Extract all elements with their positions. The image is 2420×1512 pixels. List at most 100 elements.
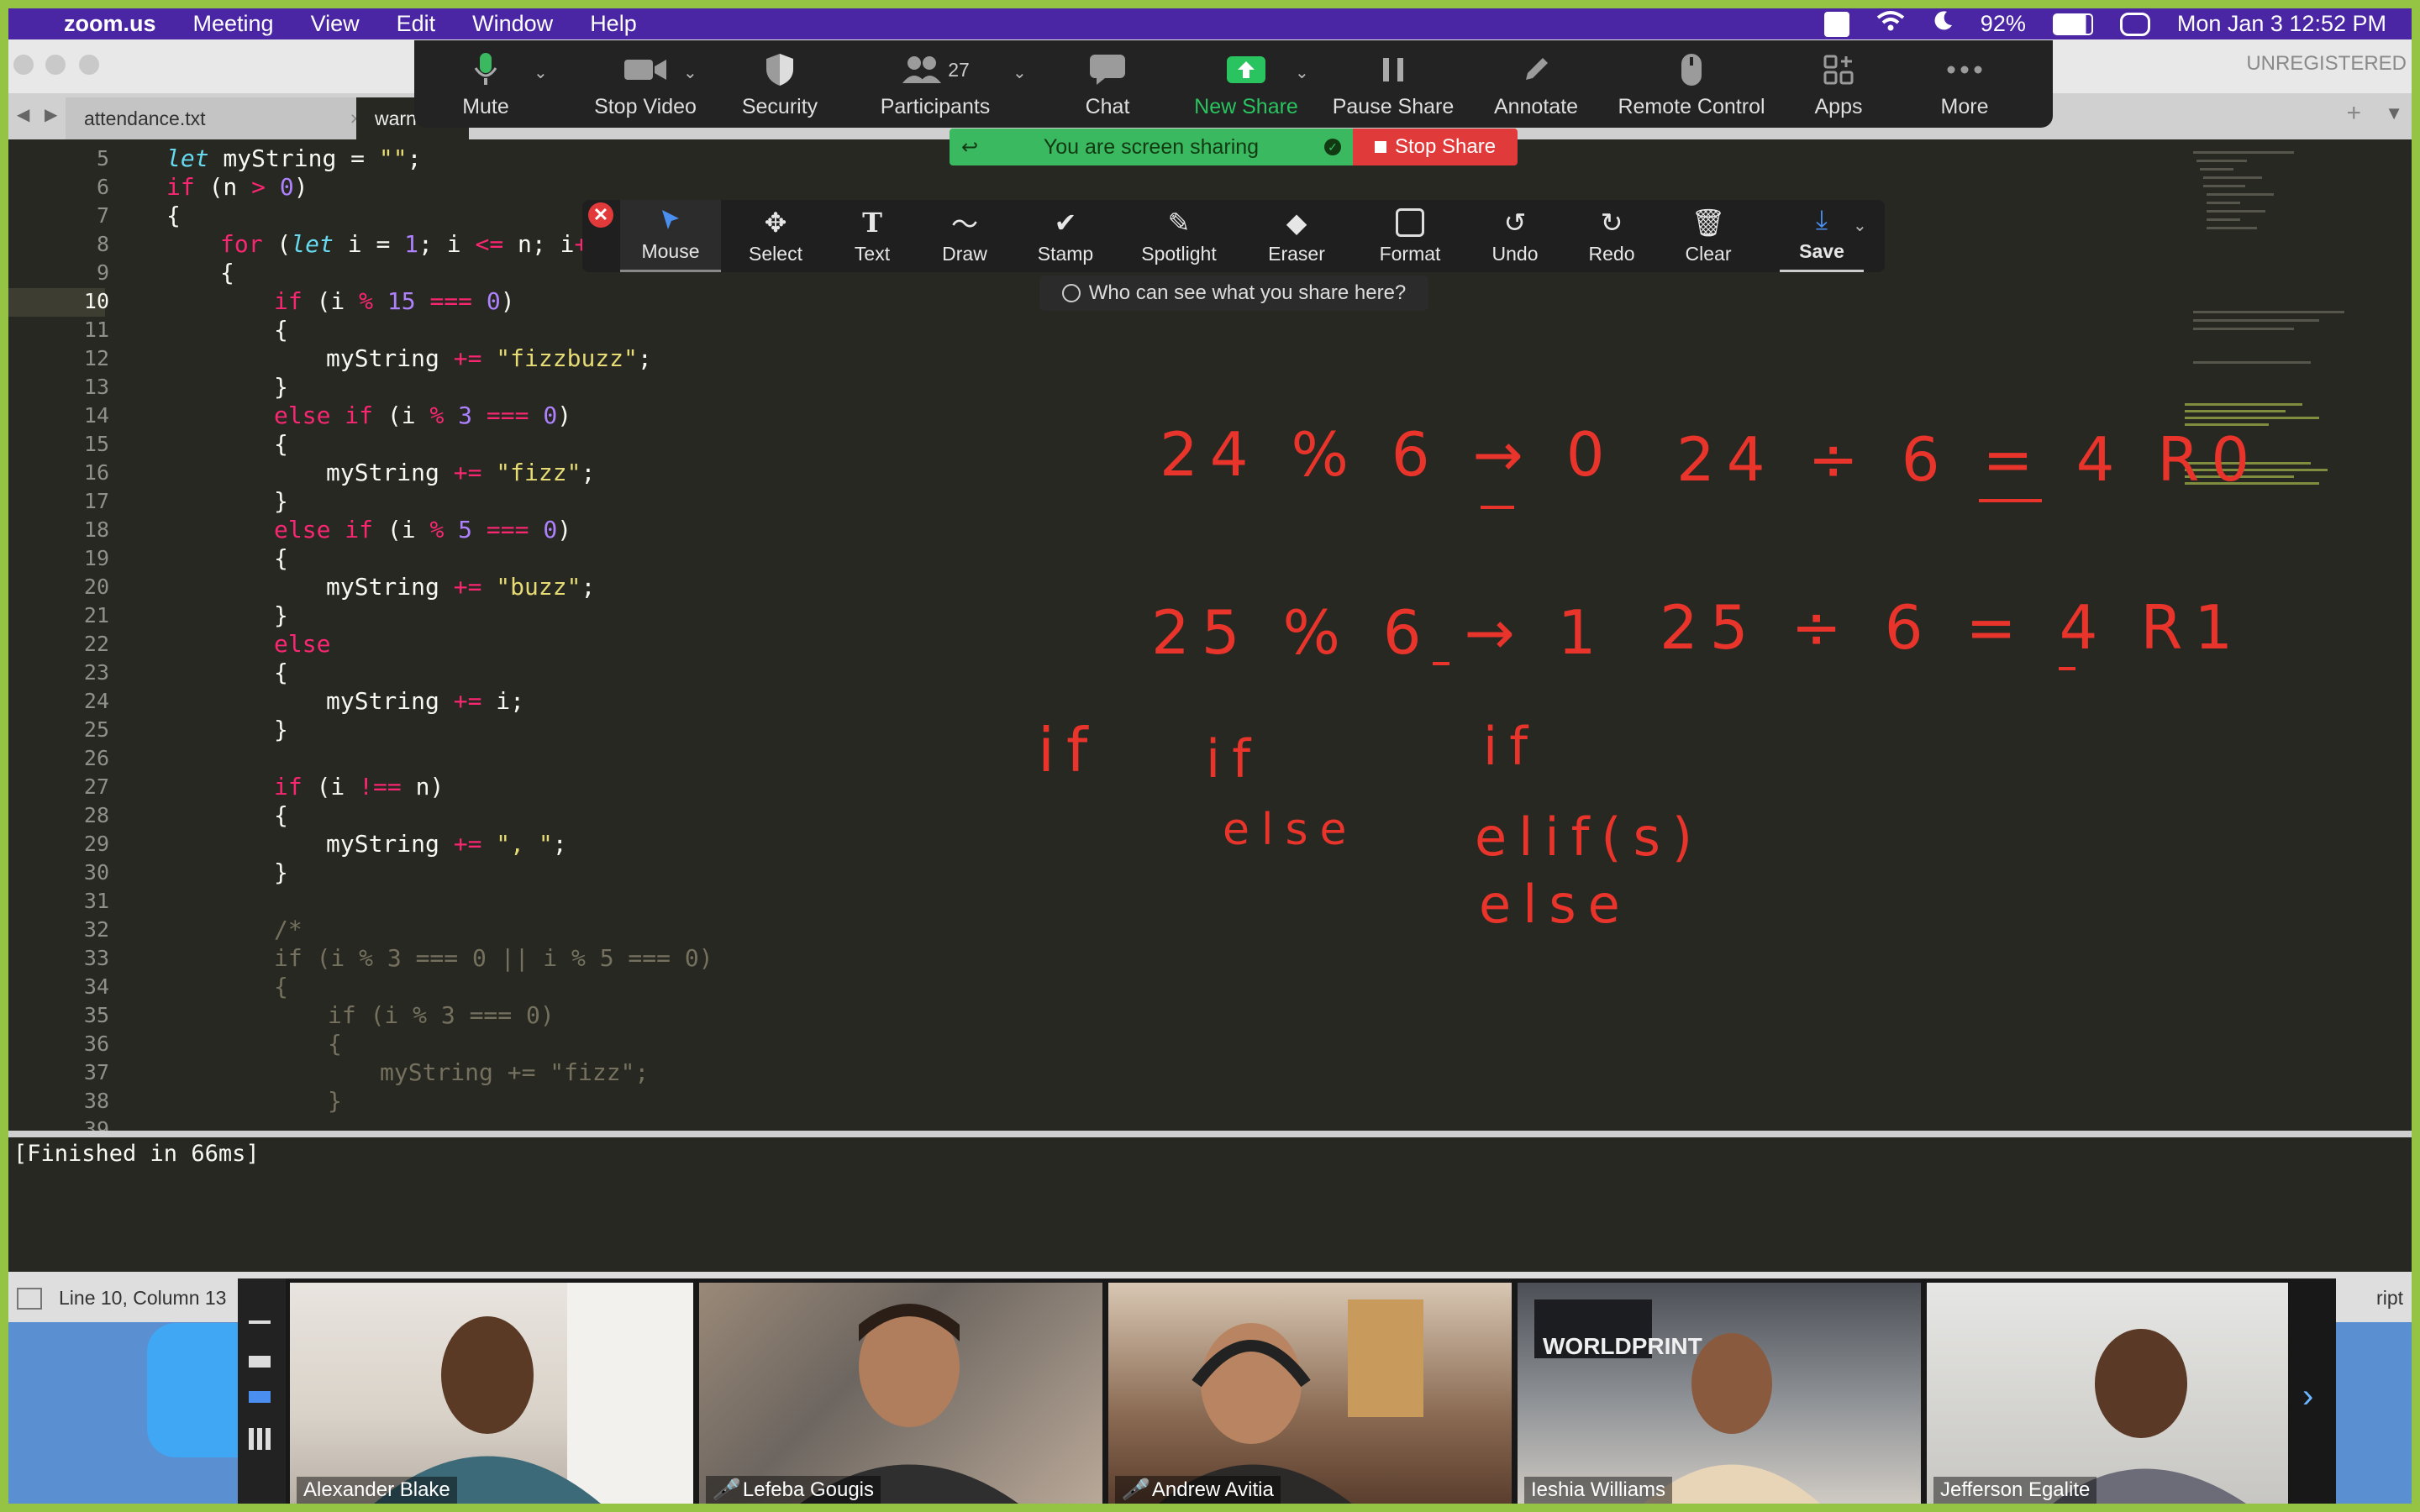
apps-button[interactable]: Apps — [1792, 40, 1885, 128]
participants-button[interactable]: 27 Participants — [872, 40, 998, 128]
line-number: 23 — [83, 660, 109, 685]
output-divider[interactable] — [8, 1131, 2412, 1137]
menu-help[interactable]: Help — [571, 11, 655, 37]
battery-icon[interactable] — [2052, 13, 2093, 35]
minimize-gallery-icon[interactable] — [249, 1320, 271, 1324]
moon-icon[interactable] — [1932, 10, 1954, 38]
dropbox-icon[interactable] — [1823, 11, 1849, 37]
participant-video — [1534, 1299, 1820, 1504]
line-number: 38 — [83, 1089, 109, 1113]
participant-tile-5[interactable]: Jefferson Egalite — [1927, 1283, 2288, 1504]
line-number: 17 — [83, 489, 109, 513]
strip-view-icon[interactable] — [249, 1391, 271, 1403]
more-button[interactable]: More — [1918, 40, 2011, 128]
draw-tool[interactable]: 〜 Draw — [923, 200, 1007, 272]
participant-tile-3[interactable]: 🎤 Andrew Avitia — [1108, 1283, 1512, 1504]
chevron-down-icon[interactable]: ⌄ — [534, 62, 548, 83]
save-download-icon: ⤓ — [1815, 204, 1828, 234]
tab-attendance[interactable]: attendance.txt × — [66, 97, 380, 139]
format-tool[interactable]: Format — [1360, 200, 1460, 272]
participant-name: Jefferson Egalite — [1933, 1477, 2097, 1504]
undo-button[interactable]: ↺ Undo — [1473, 200, 1557, 272]
syntax-label[interactable]: ript — [2376, 1287, 2403, 1310]
participant-name-text: Andrew Avitia — [1151, 1478, 1274, 1501]
wifi-icon[interactable] — [1876, 10, 1905, 38]
line-number: 6 — [96, 175, 109, 199]
code-minimap[interactable] — [2176, 143, 2370, 546]
menu-edit[interactable]: Edit — [378, 11, 455, 37]
new-share-button[interactable]: New Share — [1187, 40, 1305, 128]
participant-name: Alexander Blake — [297, 1477, 457, 1504]
window-close-button[interactable] — [13, 55, 34, 75]
stamp-tool-label: Stamp — [1037, 243, 1094, 265]
participant-video — [374, 1283, 693, 1504]
mute-button[interactable]: Mute — [427, 40, 544, 128]
security-button[interactable]: Security — [721, 40, 839, 128]
redo-button[interactable]: ↻ Redo — [1570, 200, 1654, 272]
menu-meeting[interactable]: Meeting — [175, 11, 292, 37]
tab-nav-arrows-icon[interactable]: ◀ ▶ — [17, 104, 62, 125]
window-minimize-button[interactable] — [45, 55, 66, 75]
clear-label: Clear — [1685, 243, 1732, 265]
participant-name: Ieshia Williams — [1524, 1477, 1673, 1504]
chevron-down-icon[interactable]: ⌄ — [1853, 215, 1867, 236]
participants-count: 27 — [948, 58, 970, 81]
control-center-icon[interactable] — [2119, 12, 2150, 36]
save-button[interactable]: ⤓ Save — [1780, 200, 1864, 272]
grid-view-icon[interactable] — [249, 1428, 271, 1450]
participant-tile-2[interactable]: 🎤 Lefeba Gougis — [699, 1283, 1102, 1504]
line-number: 9 — [96, 260, 109, 285]
who-can-see-button[interactable]: Who can see what you share here? — [1039, 276, 1428, 311]
pause-icon — [1379, 50, 1407, 90]
undo-label: Undo — [1491, 243, 1539, 265]
text-tool[interactable]: T Text — [834, 200, 910, 272]
muted-mic-icon: 🎤 — [1122, 1478, 1147, 1501]
squiggle-icon: 〜 — [950, 209, 978, 239]
mouse-tool[interactable]: Mouse — [620, 200, 721, 272]
chevron-down-icon[interactable]: ⌄ — [683, 62, 697, 83]
remote-control-button[interactable]: Remote Control — [1607, 40, 1776, 128]
stamp-tool[interactable]: ✔ Stamp — [1019, 200, 1112, 272]
annotation-close-button[interactable]: ✕ — [588, 202, 613, 228]
participant-tile-4[interactable]: WORLDPRINT Ieshia Williams — [1518, 1283, 1921, 1504]
tab-menu-icon[interactable]: ▼ — [2385, 102, 2403, 124]
remote-control-label: Remote Control — [1618, 95, 1765, 118]
menu-window[interactable]: Window — [454, 11, 571, 37]
screen-sharing-banner[interactable]: ↩ You are screen sharing ✓ — [950, 129, 1353, 165]
apps-icon — [1822, 50, 1855, 90]
mute-label: Mute — [462, 95, 509, 118]
panel-toggle-icon[interactable] — [17, 1288, 42, 1310]
annotate-button[interactable]: Annotate — [1481, 40, 1591, 128]
window-zoom-button[interactable] — [79, 55, 99, 75]
participant-name: 🎤 Andrew Avitia — [1115, 1476, 1281, 1504]
select-tool[interactable]: ✥ Select — [729, 200, 822, 272]
chat-icon — [1088, 50, 1127, 90]
chevron-down-icon[interactable]: ⌄ — [1013, 62, 1027, 83]
stop-video-button[interactable]: Stop Video — [574, 40, 717, 128]
new-tab-button[interactable]: + — [2346, 99, 2361, 128]
annotate-label: Annotate — [1493, 95, 1579, 118]
menubar-clock[interactable]: Mon Jan 3 12:52 PM — [2177, 11, 2386, 37]
eraser-tool[interactable]: ◆ Eraser — [1250, 200, 1343, 272]
line-number: 36 — [83, 1032, 109, 1056]
clear-button[interactable]: 🗑 Clear — [1666, 200, 1750, 272]
single-view-icon[interactable] — [249, 1356, 271, 1368]
line-number: 14 — [83, 403, 109, 428]
participant-tile-1[interactable]: Alexander Blake — [290, 1283, 693, 1504]
video-camera-icon — [623, 50, 668, 90]
chat-button[interactable]: Chat — [1061, 40, 1154, 128]
menu-app-name[interactable]: zoom.us — [45, 11, 175, 37]
code-editor[interactable]: let myString = ""; if (n > 0) { for (let… — [109, 139, 1790, 1131]
mac-menubar: zoom.us Meeting View Edit Window Help 92… — [8, 8, 2412, 39]
stop-square-icon — [1374, 141, 1386, 153]
eraser-tool-label: Eraser — [1268, 243, 1325, 265]
gallery-next-icon[interactable]: › — [2302, 1378, 2313, 1415]
line-number: 22 — [83, 632, 109, 656]
chevron-down-icon[interactable]: ⌄ — [1295, 62, 1309, 83]
menu-view[interactable]: View — [292, 11, 378, 37]
spotlight-tool[interactable]: ✎ Spotlight — [1124, 200, 1234, 272]
pause-share-button[interactable]: Pause Share — [1330, 40, 1456, 128]
cursor-position[interactable]: Line 10, Column 13 — [59, 1287, 226, 1310]
line-number: 12 — [83, 346, 109, 370]
stop-share-button[interactable]: Stop Share — [1353, 129, 1518, 165]
